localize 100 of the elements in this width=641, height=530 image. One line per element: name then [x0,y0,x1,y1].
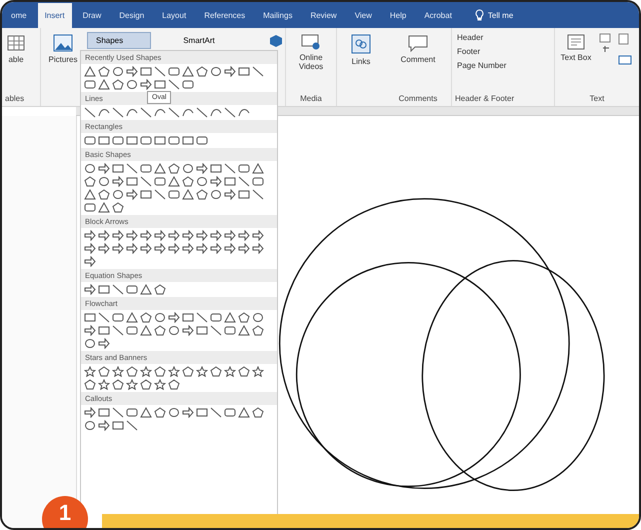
shape-icon[interactable] [112,66,124,77]
shape-icon[interactable] [98,230,110,241]
shape-icon[interactable] [126,163,138,174]
shape-icon[interactable] [126,107,138,118]
shape-icon[interactable] [168,312,180,323]
shape-icon[interactable] [210,189,222,200]
shape-icon[interactable] [252,325,264,336]
shape-icon[interactable] [112,325,124,336]
shape-icon[interactable] [98,420,110,431]
shape-icon[interactable] [224,189,236,200]
shape-icon[interactable] [168,107,180,118]
shape-icon[interactable] [238,163,250,174]
shape-icon[interactable] [210,407,222,418]
shape-icon[interactable] [126,243,138,254]
venn-diagram-drawing[interactable] [278,198,605,492]
shape-icon[interactable] [252,189,264,200]
shape-icon[interactable] [182,189,194,200]
shape-icon[interactable] [140,407,152,418]
shape-icon[interactable] [168,407,180,418]
shape-icon[interactable] [140,312,152,323]
shape-icon[interactable] [98,325,110,336]
shape-icon[interactable] [238,189,250,200]
shape-icon[interactable] [196,107,208,118]
shape-icon[interactable] [224,407,236,418]
shape-icon[interactable] [210,230,222,241]
shape-icon[interactable] [224,312,236,323]
smartart-button[interactable]: SmartArt [157,33,241,48]
shape-icon[interactable] [196,325,208,336]
shape-icon[interactable] [112,107,124,118]
shape-icon[interactable] [154,163,166,174]
shape-icon[interactable] [112,366,124,377]
shape-icon[interactable] [98,312,110,323]
shape-icon[interactable] [238,325,250,336]
shape-icon[interactable] [84,312,96,323]
shape-icon[interactable] [168,379,180,390]
shape-icon[interactable] [168,66,180,77]
ribbon-tab[interactable]: ome [4,2,34,28]
shape-icon[interactable] [196,366,208,377]
shape-icon[interactable] [140,135,152,146]
shape-icon[interactable] [154,284,166,295]
ribbon-tab[interactable]: Review [303,2,344,28]
shape-icon[interactable] [126,284,138,295]
shape-icon[interactable] [112,202,124,213]
shape-icon[interactable] [98,379,110,390]
shape-icon[interactable] [196,230,208,241]
shape-icon[interactable] [154,107,166,118]
shape-icon[interactable] [238,66,250,77]
shape-icon[interactable] [84,230,96,241]
shape-icon[interactable] [252,176,264,187]
ribbon-tab[interactable]: Acrobat [417,2,459,28]
shape-icon[interactable] [210,163,222,174]
shape-icon[interactable] [126,366,138,377]
shape-icon[interactable] [112,230,124,241]
shape-icon[interactable] [84,189,96,200]
ribbon-tab[interactable]: View [348,2,379,28]
shape-icon[interactable] [224,243,236,254]
shape-icon[interactable] [210,312,222,323]
links-button[interactable]: Links [349,32,373,68]
shape-icon[interactable] [168,163,180,174]
shape-icon[interactable] [196,135,208,146]
ribbon-tab[interactable]: Help [382,2,414,28]
shape-icon[interactable] [182,107,194,118]
shape-icon[interactable] [126,420,138,431]
shape-icon[interactable] [224,163,236,174]
shape-icon[interactable] [182,312,194,323]
shape-icon[interactable] [252,366,264,377]
shape-icon[interactable] [182,366,194,377]
shape-icon[interactable] [98,338,110,349]
shape-icon[interactable] [98,79,110,90]
shape-icon[interactable] [252,66,264,77]
shape-icon[interactable] [84,79,96,90]
shape-icon[interactable] [168,135,180,146]
cube-icon[interactable] [269,34,283,48]
shape-icon[interactable] [182,325,194,336]
shape-icon[interactable] [182,135,194,146]
shape-icon[interactable] [154,243,166,254]
shape-icon[interactable] [84,176,96,187]
shape-icon[interactable] [196,407,208,418]
text-box-button[interactable]: Text Box [558,32,594,66]
shape-icon[interactable] [210,66,222,77]
shape-icon[interactable] [154,407,166,418]
ribbon-tab[interactable]: Mailings [256,2,300,28]
shape-icon[interactable] [112,420,124,431]
shape-icon[interactable] [84,256,96,267]
shape-icon[interactable] [168,79,180,90]
shape-icon[interactable] [84,420,96,431]
shape-icon[interactable] [252,163,264,174]
shape-icon[interactable] [140,163,152,174]
ribbon-tab[interactable]: Design [112,2,152,28]
shape-icon[interactable] [154,230,166,241]
shape-icon[interactable] [182,163,194,174]
shape-icon[interactable] [84,325,96,336]
page-number-button[interactable]: Page Number [455,60,508,71]
shape-icon[interactable] [238,407,250,418]
shape-icon[interactable] [84,135,96,146]
shape-icon[interactable] [98,107,110,118]
shape-icon[interactable] [154,66,166,77]
shape-icon[interactable] [112,176,124,187]
shape-icon[interactable] [140,379,152,390]
shape-icon[interactable] [182,66,194,77]
